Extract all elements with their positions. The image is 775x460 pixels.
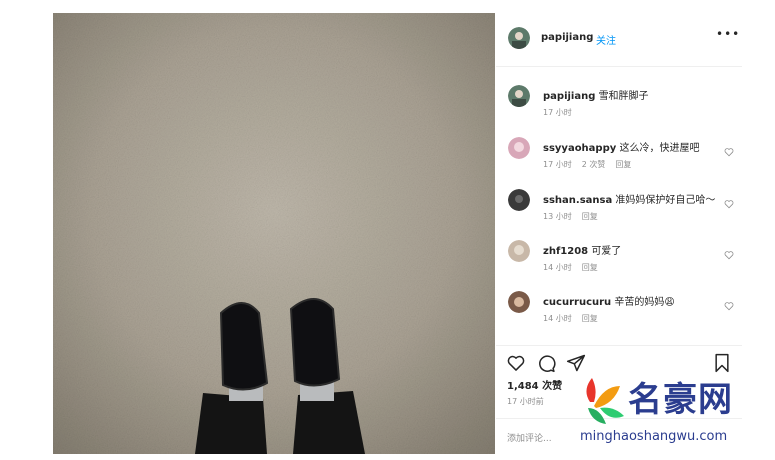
avatar[interactable] — [508, 189, 530, 211]
comment-text: sshan.sansa 准妈妈保护好自己哈～ — [543, 191, 715, 206]
avatar[interactable] — [508, 85, 530, 107]
heart-icon[interactable] — [724, 301, 734, 311]
comment-item: ssyyaohappy 这么冷，快进屋吧 17 小时 2 次赞 回复 — [496, 135, 742, 185]
comment-meta: 14 小时 回复 — [543, 262, 608, 273]
comment-username[interactable]: papijiang — [543, 91, 595, 102]
reply-button[interactable]: 回复 — [582, 212, 598, 221]
heart-icon[interactable] — [724, 147, 734, 157]
follow-button[interactable]: 关注 — [596, 32, 616, 47]
avatar[interactable] — [508, 240, 530, 262]
heart-icon[interactable] — [724, 199, 734, 209]
comment-username[interactable]: sshan.sansa — [543, 195, 612, 206]
comment-time: 17 小时 — [543, 108, 572, 117]
comment-body: 雪和胖脚子 — [598, 91, 649, 102]
watermark-brand: 名豪网 — [628, 380, 733, 420]
comment-meta: 14 小时 回复 — [543, 313, 608, 324]
comment-time: 14 小时 — [543, 263, 572, 272]
comment-username[interactable]: zhf1208 — [543, 246, 588, 257]
more-horizontal-icon[interactable]: ••• — [716, 27, 740, 41]
comment-item: zhf1208 可爱了 14 小时 回复 — [496, 238, 742, 288]
divider — [496, 345, 742, 346]
comment-body: 这么冷，快进屋吧 — [619, 143, 700, 154]
comment-time: 14 小时 — [543, 314, 572, 323]
comment-text: cucurrucuru 辛苦的妈妈😩 — [543, 293, 675, 308]
reply-button[interactable]: 回复 — [615, 160, 631, 169]
watermark-logo: 名豪网 minghaoshangwu.com — [578, 372, 775, 458]
watermark-url: minghaoshangwu.com — [580, 429, 728, 444]
comment-time: 13 小时 — [543, 212, 572, 221]
post-timestamp: 17 小时前 — [507, 397, 544, 406]
reply-button[interactable]: 回复 — [582, 314, 598, 323]
comment-item: sshan.sansa 准妈妈保护好自己哈～ 13 小时 回复 — [496, 187, 742, 237]
heart-icon[interactable] — [724, 250, 734, 260]
comment-body: 可爱了 — [591, 246, 622, 257]
comment-text: zhf1208 可爱了 — [543, 242, 621, 257]
author-avatar[interactable] — [508, 27, 530, 49]
comment-text: papijiang 雪和胖脚子 — [543, 87, 649, 102]
like-heart-icon[interactable] — [506, 353, 526, 373]
comment-username[interactable]: cucurrucuru — [543, 297, 611, 308]
avatar[interactable] — [508, 137, 530, 159]
comment-bubble-icon[interactable] — [536, 353, 556, 373]
caption-item: papijiang 雪和胖脚子 17 小时 — [496, 83, 742, 133]
comment-meta: 17 小时 — [543, 107, 582, 118]
comment-time: 17 小时 — [543, 160, 572, 169]
add-comment-placeholder: 添加评论... — [507, 434, 552, 444]
comment-text: ssyyaohappy 这么冷，快进屋吧 — [543, 139, 699, 154]
comment-username[interactable]: ssyyaohappy — [543, 143, 616, 154]
reply-button[interactable]: 回复 — [582, 263, 598, 272]
likes-count[interactable]: 1,484 次赞 — [507, 377, 562, 392]
share-send-icon[interactable] — [566, 353, 586, 373]
comment-item: cucurrucuru 辛苦的妈妈😩 14 小时 回复 — [496, 289, 742, 339]
comment-meta: 13 小时 回复 — [543, 211, 608, 222]
avatar[interactable] — [508, 291, 530, 313]
bookmark-icon[interactable] — [712, 353, 732, 373]
author-username[interactable]: papijiang — [541, 32, 593, 43]
comment-body: 准妈妈保护好自己哈～ — [615, 195, 716, 206]
comment-meta: 17 小时 2 次赞 回复 — [543, 159, 641, 170]
leaf-logo-icon — [586, 378, 624, 424]
post-photo[interactable] — [53, 13, 495, 454]
comment-likes[interactable]: 2 次赞 — [582, 160, 606, 169]
comment-body: 辛苦的妈妈😩 — [614, 297, 675, 308]
post-header: papijiang 关注 ••• — [496, 13, 742, 67]
